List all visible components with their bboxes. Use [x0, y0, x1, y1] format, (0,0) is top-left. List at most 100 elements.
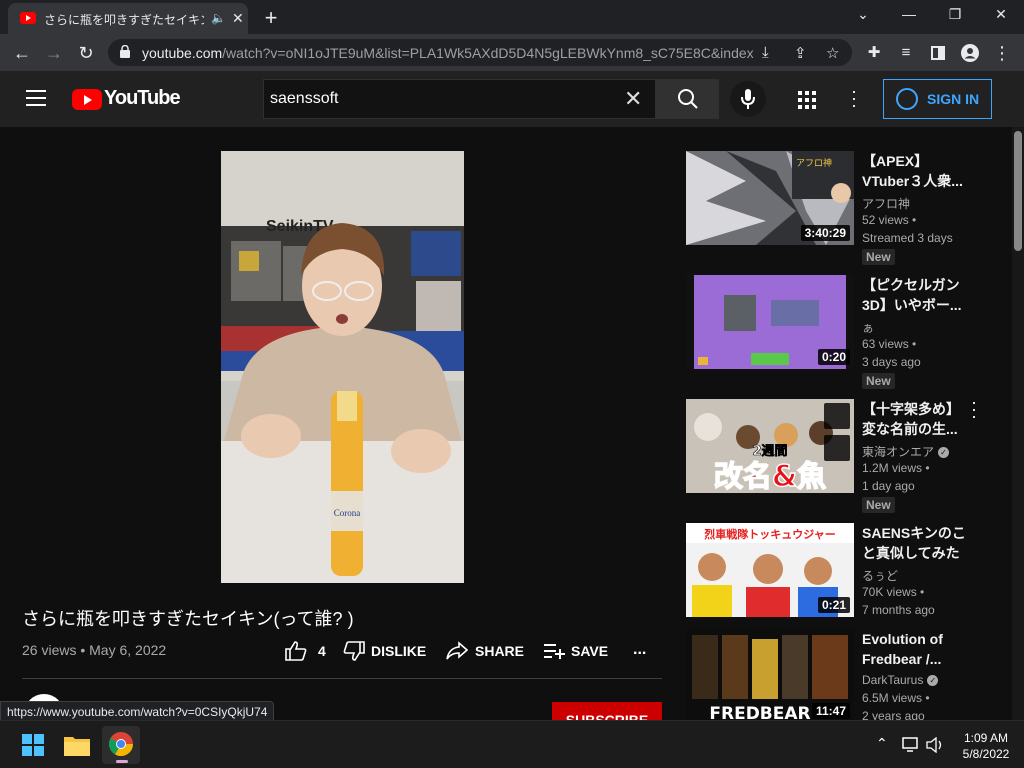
volume-icon[interactable]: [926, 737, 944, 753]
search-box[interactable]: ✕: [263, 79, 656, 119]
microphone-icon: [741, 89, 755, 109]
back-icon[interactable]: ←: [10, 41, 34, 65]
dislike-button[interactable]: DISLIKE: [343, 641, 427, 661]
show-hidden-icons-chevron-icon[interactable]: ⌃: [876, 735, 888, 752]
close-window-button[interactable]: ✕: [986, 6, 1016, 23]
related-title[interactable]: SAENSキンのこと真似してみた: [862, 523, 966, 563]
side-panel-icon[interactable]: [926, 41, 950, 65]
related-thumbnail[interactable]: アフロ神 3:40:29: [686, 151, 854, 245]
add-to-queue-icon[interactable]: [824, 435, 850, 461]
tab-title: さらに瓶を叩きすぎたセイキン(って: [44, 13, 204, 27]
watch-later-icon[interactable]: [824, 403, 850, 429]
link-status-bubble: https://www.youtube.com/watch?v=0CSIyQkj…: [0, 701, 275, 721]
clear-search-icon[interactable]: ✕: [624, 86, 642, 112]
tab-search-icon[interactable]: ⌄: [848, 6, 878, 23]
related-title[interactable]: Evolution of Fredbear /...: [862, 629, 966, 669]
new-badge: New: [862, 249, 895, 265]
share-label: SHARE: [475, 643, 525, 659]
sign-in-button[interactable]: SIGN IN: [883, 79, 992, 119]
thumbnail-top-text: 烈車戦隊トッキュウジャー: [704, 527, 835, 541]
sign-in-label: SIGN IN: [927, 91, 980, 107]
related-age: Streamed 3 days: [862, 231, 953, 245]
related-channel[interactable]: 東海オンエア ✓: [862, 443, 950, 460]
clock-date: 5/8/2022: [962, 747, 1010, 761]
search-button[interactable]: [656, 79, 719, 119]
related-thumbnail[interactable]: FREDBEAR 11:47: [686, 629, 854, 720]
video-duration: 0:20: [817, 349, 850, 365]
network-icon[interactable]: [902, 737, 920, 753]
video-title: さらに瓶を叩きすぎたセイキン(って誰? ): [22, 609, 354, 629]
video-player[interactable]: SeikinTV Corona: [0, 127, 685, 587]
related-video[interactable]: FREDBEAR 11:47 Evolution of Fredbear /..…: [686, 629, 1016, 720]
related-thumbnail[interactable]: 烈車戦隊トッキュウジャー 0:21: [686, 523, 854, 617]
related-title[interactable]: 【十字架多め】変な名前の生...: [862, 399, 966, 439]
search-input[interactable]: [270, 88, 610, 110]
windows-start-icon[interactable]: [22, 734, 44, 756]
more-actions-button[interactable]: ...: [633, 641, 646, 659]
reload-icon[interactable]: ↻: [74, 41, 98, 65]
related-age: 3 days ago: [862, 355, 921, 369]
minimize-button[interactable]: —: [894, 6, 924, 22]
dislike-label: DISLIKE: [371, 643, 427, 659]
related-title[interactable]: 【APEX】VTuber３人衆...: [862, 151, 966, 191]
playlist-add-icon: [544, 644, 565, 659]
settings-more-icon[interactable]: · · ·: [844, 82, 864, 114]
system-clock[interactable]: 1:09 AM 5/8/2022: [956, 730, 1016, 762]
youtube-favicon-icon: [20, 12, 36, 24]
active-app-indicator: [116, 760, 128, 763]
new-badge: New: [862, 497, 895, 513]
page-scrollbar[interactable]: [1012, 127, 1024, 720]
voice-search-button[interactable]: [730, 81, 766, 117]
file-explorer-icon[interactable]: [64, 734, 90, 756]
share-button[interactable]: SHARE: [446, 641, 525, 660]
related-title[interactable]: 【ピクセルガン3D】いやボー...: [862, 275, 966, 315]
profile-icon[interactable]: [958, 41, 982, 65]
channel-name[interactable]: 東海オンエア: [862, 445, 934, 459]
url-host: youtube.com: [142, 45, 223, 61]
tab-close-icon[interactable]: ✕: [232, 10, 244, 27]
youtube-logo-icon[interactable]: [72, 89, 102, 110]
related-thumbnail[interactable]: 0:20: [686, 275, 854, 369]
related-channel[interactable]: DarkTaurus ✓: [862, 673, 939, 687]
lock-icon[interactable]: [120, 45, 130, 58]
video-duration: 0:21: [817, 597, 850, 613]
forward-icon[interactable]: →: [42, 41, 66, 65]
scrollbar-thumb[interactable]: [1014, 131, 1022, 251]
address-bar[interactable]: youtube.com/watch?v=oNI1oJTE9uM&list=PLA…: [108, 39, 852, 66]
new-tab-button[interactable]: +: [260, 5, 282, 31]
related-more-icon[interactable]: · · ·: [968, 393, 980, 425]
related-age: 1 day ago: [862, 479, 915, 493]
share-page-icon[interactable]: ⇪: [794, 44, 807, 62]
browser-tab[interactable]: さらに瓶を叩きすぎたセイキン(って 🔈 ✕: [8, 3, 248, 34]
save-button[interactable]: SAVE: [543, 643, 608, 659]
youtube-wordmark[interactable]: YouTube: [104, 87, 181, 110]
bookmark-star-icon[interactable]: ☆: [826, 44, 839, 62]
guide-menu-icon[interactable]: [26, 90, 46, 106]
tab-audio-icon[interactable]: 🔈: [211, 11, 226, 25]
svg-text:Corona: Corona: [334, 508, 361, 518]
thumbnail-main-text: FREDBEAR: [709, 704, 810, 720]
url-path: /watch?v=oNI1oJTE9uM&list=PLA1Wk5AXdD5D4…: [222, 45, 754, 61]
related-channel[interactable]: ぁ: [862, 319, 874, 336]
related-channel[interactable]: るぅど: [862, 567, 898, 584]
thumbnail-top-text: 2週間: [752, 444, 787, 459]
channel-name[interactable]: DarkTaurus: [862, 673, 923, 687]
related-thumbnail[interactable]: 2週間 改名&魚: [686, 399, 854, 493]
chrome-menu-icon[interactable]: ⋮: [990, 41, 1014, 65]
extensions-icon[interactable]: ✚: [862, 41, 886, 65]
like-button[interactable]: 4: [285, 641, 326, 661]
install-app-icon[interactable]: ⤓: [762, 44, 769, 61]
media-queue-icon[interactable]: ≡: [894, 41, 918, 65]
save-label: SAVE: [571, 643, 609, 659]
browser-toolbar: ← → ↻ youtube.com/watch?v=oNI1oJTE9uM&li…: [0, 34, 1024, 71]
thumbs-down-icon: [343, 641, 365, 661]
youtube-apps-icon[interactable]: [798, 91, 816, 109]
thumbnail-main-text: 改名&魚: [714, 459, 826, 493]
chrome-icon: [109, 732, 133, 756]
related-channel[interactable]: アフロ神: [862, 195, 910, 212]
account-circle-icon: [896, 88, 918, 110]
video-frame[interactable]: SeikinTV Corona: [221, 151, 464, 583]
restore-button[interactable]: ❐: [940, 6, 970, 23]
chrome-taskbar-button[interactable]: [102, 726, 140, 764]
share-arrow-icon: [446, 641, 468, 660]
